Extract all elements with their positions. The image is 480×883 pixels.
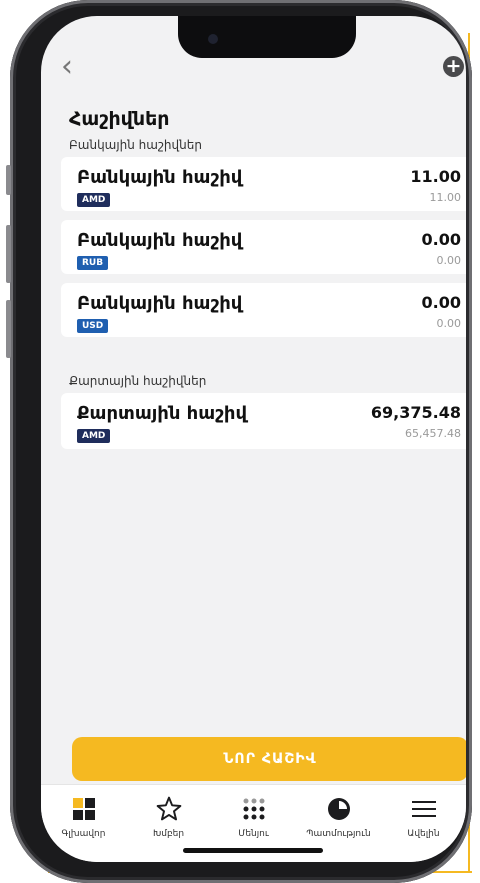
new-account-button[interactable]: ՆՈՐ ՀԱՇԻՎ bbox=[72, 737, 466, 781]
account-name: Քարտային հաշիվ bbox=[77, 403, 248, 424]
chevron-left-icon[interactable]: ‹ bbox=[61, 52, 87, 82]
hamburger-menu-icon bbox=[381, 795, 466, 823]
app-screen: ‹ + Հաշիվներ Բանկային հաշիվներ Բանկային … bbox=[41, 16, 466, 862]
pie-chart-icon bbox=[296, 795, 381, 823]
tab-more[interactable]: Ավելին bbox=[381, 795, 466, 839]
account-equivalent: 0.00 bbox=[436, 317, 462, 330]
tab-home[interactable]: Գլխավոր bbox=[41, 795, 126, 839]
account-amount: 0.00 bbox=[421, 293, 461, 312]
plus-circle-icon[interactable]: + bbox=[443, 56, 464, 77]
grid-icon bbox=[41, 795, 126, 823]
account-card[interactable]: Բանկային հաշիվ RUB 0.00 0.00 bbox=[61, 220, 466, 274]
dots-grid-icon bbox=[211, 795, 296, 823]
volume-up-button bbox=[6, 225, 11, 283]
tab-menu[interactable]: Մենյու bbox=[211, 795, 296, 839]
tab-label: Ավելին bbox=[407, 829, 440, 839]
account-amount: 0.00 bbox=[421, 230, 461, 249]
account-name: Բանկային հաշիվ bbox=[77, 293, 243, 314]
account-card[interactable]: Բանկային հաշիվ USD 0.00 0.00 bbox=[61, 283, 466, 337]
home-indicator bbox=[183, 848, 323, 853]
account-equivalent: 65,457.48 bbox=[405, 427, 461, 440]
account-name: Բանկային հաշիվ bbox=[77, 230, 243, 251]
currency-badge: RUB bbox=[77, 256, 109, 270]
volume-down-button bbox=[6, 300, 11, 358]
mute-switch bbox=[6, 165, 11, 195]
tab-history[interactable]: Պատմություն bbox=[296, 795, 381, 839]
notch bbox=[178, 16, 356, 58]
account-amount: 11.00 bbox=[410, 167, 461, 186]
tab-label: Գլխավոր bbox=[61, 829, 106, 839]
account-equivalent: 0.00 bbox=[436, 254, 462, 267]
tab-label: Մենյու bbox=[238, 829, 269, 839]
camera-icon bbox=[208, 34, 218, 44]
tab-groups[interactable]: Խմբեր bbox=[126, 795, 211, 839]
currency-badge: AMD bbox=[77, 429, 111, 443]
account-card[interactable]: Բանկային հաշիվ AMD 11.00 11.00 bbox=[61, 157, 466, 211]
account-equivalent: 11.00 bbox=[429, 191, 462, 204]
currency-badge: AMD bbox=[77, 193, 111, 207]
section-label-bank: Բանկային հաշիվներ bbox=[69, 138, 202, 152]
account-name: Բանկային հաշիվ bbox=[77, 167, 243, 188]
tab-label: Խմբեր bbox=[152, 829, 185, 839]
tab-label: Պատմություն bbox=[306, 829, 371, 839]
account-card[interactable]: Քարտային հաշիվ AMD 69,375.48 65,457.48 bbox=[61, 393, 466, 449]
currency-badge: USD bbox=[77, 319, 109, 333]
star-icon bbox=[126, 795, 211, 823]
section-label-card: Քարտային հաշիվներ bbox=[69, 374, 207, 388]
page-title: Հաշիվներ bbox=[69, 108, 170, 130]
phone-frame: ‹ + Հաշիվներ Բանկային հաշիվներ Բանկային … bbox=[6, 0, 472, 883]
account-amount: 69,375.48 bbox=[370, 403, 461, 422]
